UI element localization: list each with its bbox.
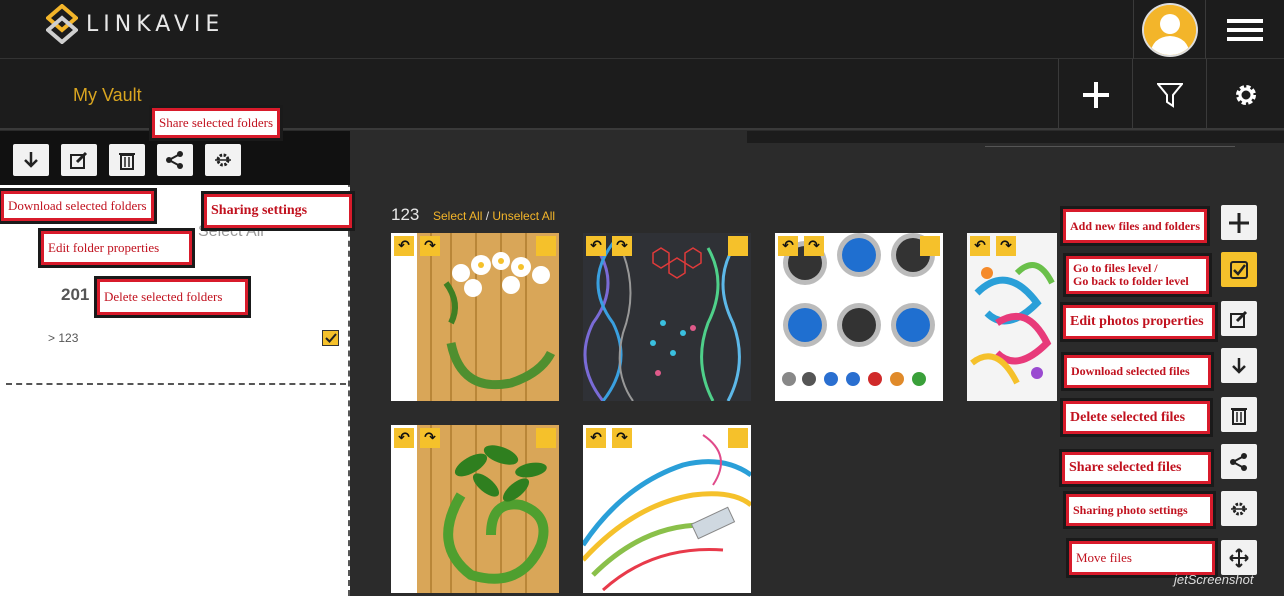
callout-share-folders: Share selected folders [148, 105, 284, 141]
add-files-button[interactable] [1221, 205, 1257, 240]
callout-sharing-settings: Sharing settings [201, 191, 355, 231]
watermark: jetScreenshot [1174, 572, 1254, 587]
callout-delete-files: Delete selected files [1060, 398, 1213, 437]
photo-thumbnail[interactable]: ↶ ↷ [775, 233, 943, 401]
trash-icon [119, 153, 135, 170]
photo-wood-flowers [391, 233, 559, 401]
callout-files-level-line2: Go back to folder level [1073, 274, 1189, 288]
rotate-left-icon[interactable]: ↶ [394, 428, 414, 448]
trash-icon [1231, 407, 1247, 425]
app-window: LINKAVIE My Vault Select All 201 > 123 1… [0, 0, 1284, 596]
callout-edit-photos: Edit photos properties [1060, 302, 1218, 342]
user-menu[interactable] [1133, 0, 1205, 59]
photo-wood-leaves [391, 425, 559, 593]
callout-delete-folders: Delete selected folders [94, 276, 251, 318]
main-top-strip [747, 131, 1284, 143]
photo-thumbnail[interactable]: ↶ ↷ [583, 425, 751, 593]
unselect-all-files-link[interactable]: Unselect All [492, 209, 555, 223]
add-button[interactable] [1058, 59, 1132, 130]
photo-swirl [967, 233, 1057, 401]
sharing-settings-icon [215, 153, 231, 167]
photo-select-checkbox[interactable] [728, 236, 748, 256]
hamburger-menu-button[interactable] [1205, 0, 1284, 59]
rotate-right-icon[interactable]: ↷ [420, 428, 440, 448]
rotate-left-icon[interactable]: ↶ [586, 428, 606, 448]
rotate-left-icon[interactable]: ↶ [778, 236, 798, 256]
rotate-right-icon[interactable]: ↷ [996, 236, 1016, 256]
photo-select-checkbox[interactable] [536, 428, 556, 448]
logo-text: LINKAVIE [86, 11, 225, 37]
album-title: 123 [391, 205, 420, 224]
divider [6, 383, 346, 385]
move-files-button[interactable] [1221, 540, 1257, 575]
photo-thumbnail[interactable]: ↶ ↷ [391, 425, 559, 593]
folder-toolbar [0, 131, 350, 185]
sharing-photo-settings-button[interactable] [1221, 491, 1257, 526]
share-icon [166, 151, 183, 169]
plus-icon [1229, 212, 1249, 233]
filter-icon [1156, 82, 1183, 108]
year-group-label: 201 [61, 285, 90, 304]
share-files-button[interactable] [1221, 444, 1257, 479]
download-folders-button[interactable] [13, 144, 49, 176]
photo-computer-icons [775, 233, 943, 401]
page-title: My Vault [73, 85, 142, 105]
download-icon [24, 152, 38, 168]
gear-icon [1235, 84, 1256, 105]
edit-photos-button[interactable] [1221, 301, 1257, 336]
callout-add-files: Add new files and folders [1060, 206, 1210, 246]
callout-download-folders: Download selected folders [0, 188, 157, 224]
photo-select-checkbox[interactable] [536, 236, 556, 256]
logo-icon [44, 3, 80, 45]
divider [985, 146, 1235, 147]
sharing-settings-icon [1231, 502, 1247, 515]
delete-folders-button[interactable] [109, 144, 145, 176]
callout-sharing-photo: Sharing photo settings [1063, 491, 1216, 529]
download-files-button[interactable] [1221, 348, 1257, 383]
rotate-right-icon[interactable]: ↷ [612, 428, 632, 448]
folder-item[interactable]: > 123 [48, 331, 78, 345]
rotate-left-icon[interactable]: ↶ [394, 236, 414, 256]
edit-folder-button[interactable] [61, 144, 97, 176]
rotate-right-icon[interactable]: ↷ [612, 236, 632, 256]
rotate-right-icon[interactable]: ↷ [420, 236, 440, 256]
download-icon [1232, 357, 1246, 374]
photo-select-checkbox[interactable] [920, 236, 940, 256]
selection-links: Select All / Unselect All [433, 209, 555, 223]
rotate-left-icon[interactable]: ↶ [970, 236, 990, 256]
photo-thumbnail[interactable]: ↶ ↷ [967, 233, 1057, 401]
callout-files-level: Go to files level / Go back to folder le… [1063, 253, 1212, 297]
move-icon [1229, 547, 1249, 568]
photo-thumbnail[interactable]: ↶ ↷ [583, 233, 751, 401]
check-icon [324, 333, 337, 343]
sharing-settings-button[interactable] [205, 144, 241, 176]
toggle-level-button[interactable] [1221, 252, 1257, 287]
folder-checkbox[interactable] [322, 330, 339, 346]
photo-select-checkbox[interactable] [728, 428, 748, 448]
callout-share-files: Share selected files [1059, 449, 1214, 487]
photo-thumbnail[interactable]: ↶ ↷ [391, 233, 559, 401]
photo-dna [583, 233, 751, 401]
link-separator: / [482, 209, 493, 223]
delete-files-button[interactable] [1221, 397, 1257, 432]
rotate-right-icon[interactable]: ↷ [804, 236, 824, 256]
edit-icon [1230, 310, 1248, 328]
select-all-files-link[interactable]: Select All [433, 209, 482, 223]
filter-button[interactable] [1132, 59, 1206, 130]
top-header: LINKAVIE [0, 0, 1284, 59]
share-icon [1230, 452, 1247, 471]
rotate-left-icon[interactable]: ↶ [586, 236, 606, 256]
callout-move-files: Move files [1066, 538, 1218, 578]
callout-edit-folder: Edit folder properties [38, 228, 195, 268]
edit-icon [70, 151, 88, 169]
hamburger-menu-icon [1227, 18, 1263, 41]
callout-download-files: Download selected files [1061, 352, 1214, 391]
share-folders-button[interactable] [157, 144, 193, 176]
check-icon [1230, 260, 1248, 279]
logo[interactable]: LINKAVIE [44, 2, 256, 46]
photo-cables [583, 425, 751, 593]
plus-icon [1082, 81, 1109, 108]
settings-button[interactable] [1206, 59, 1284, 130]
user-avatar-icon[interactable] [1141, 2, 1198, 57]
